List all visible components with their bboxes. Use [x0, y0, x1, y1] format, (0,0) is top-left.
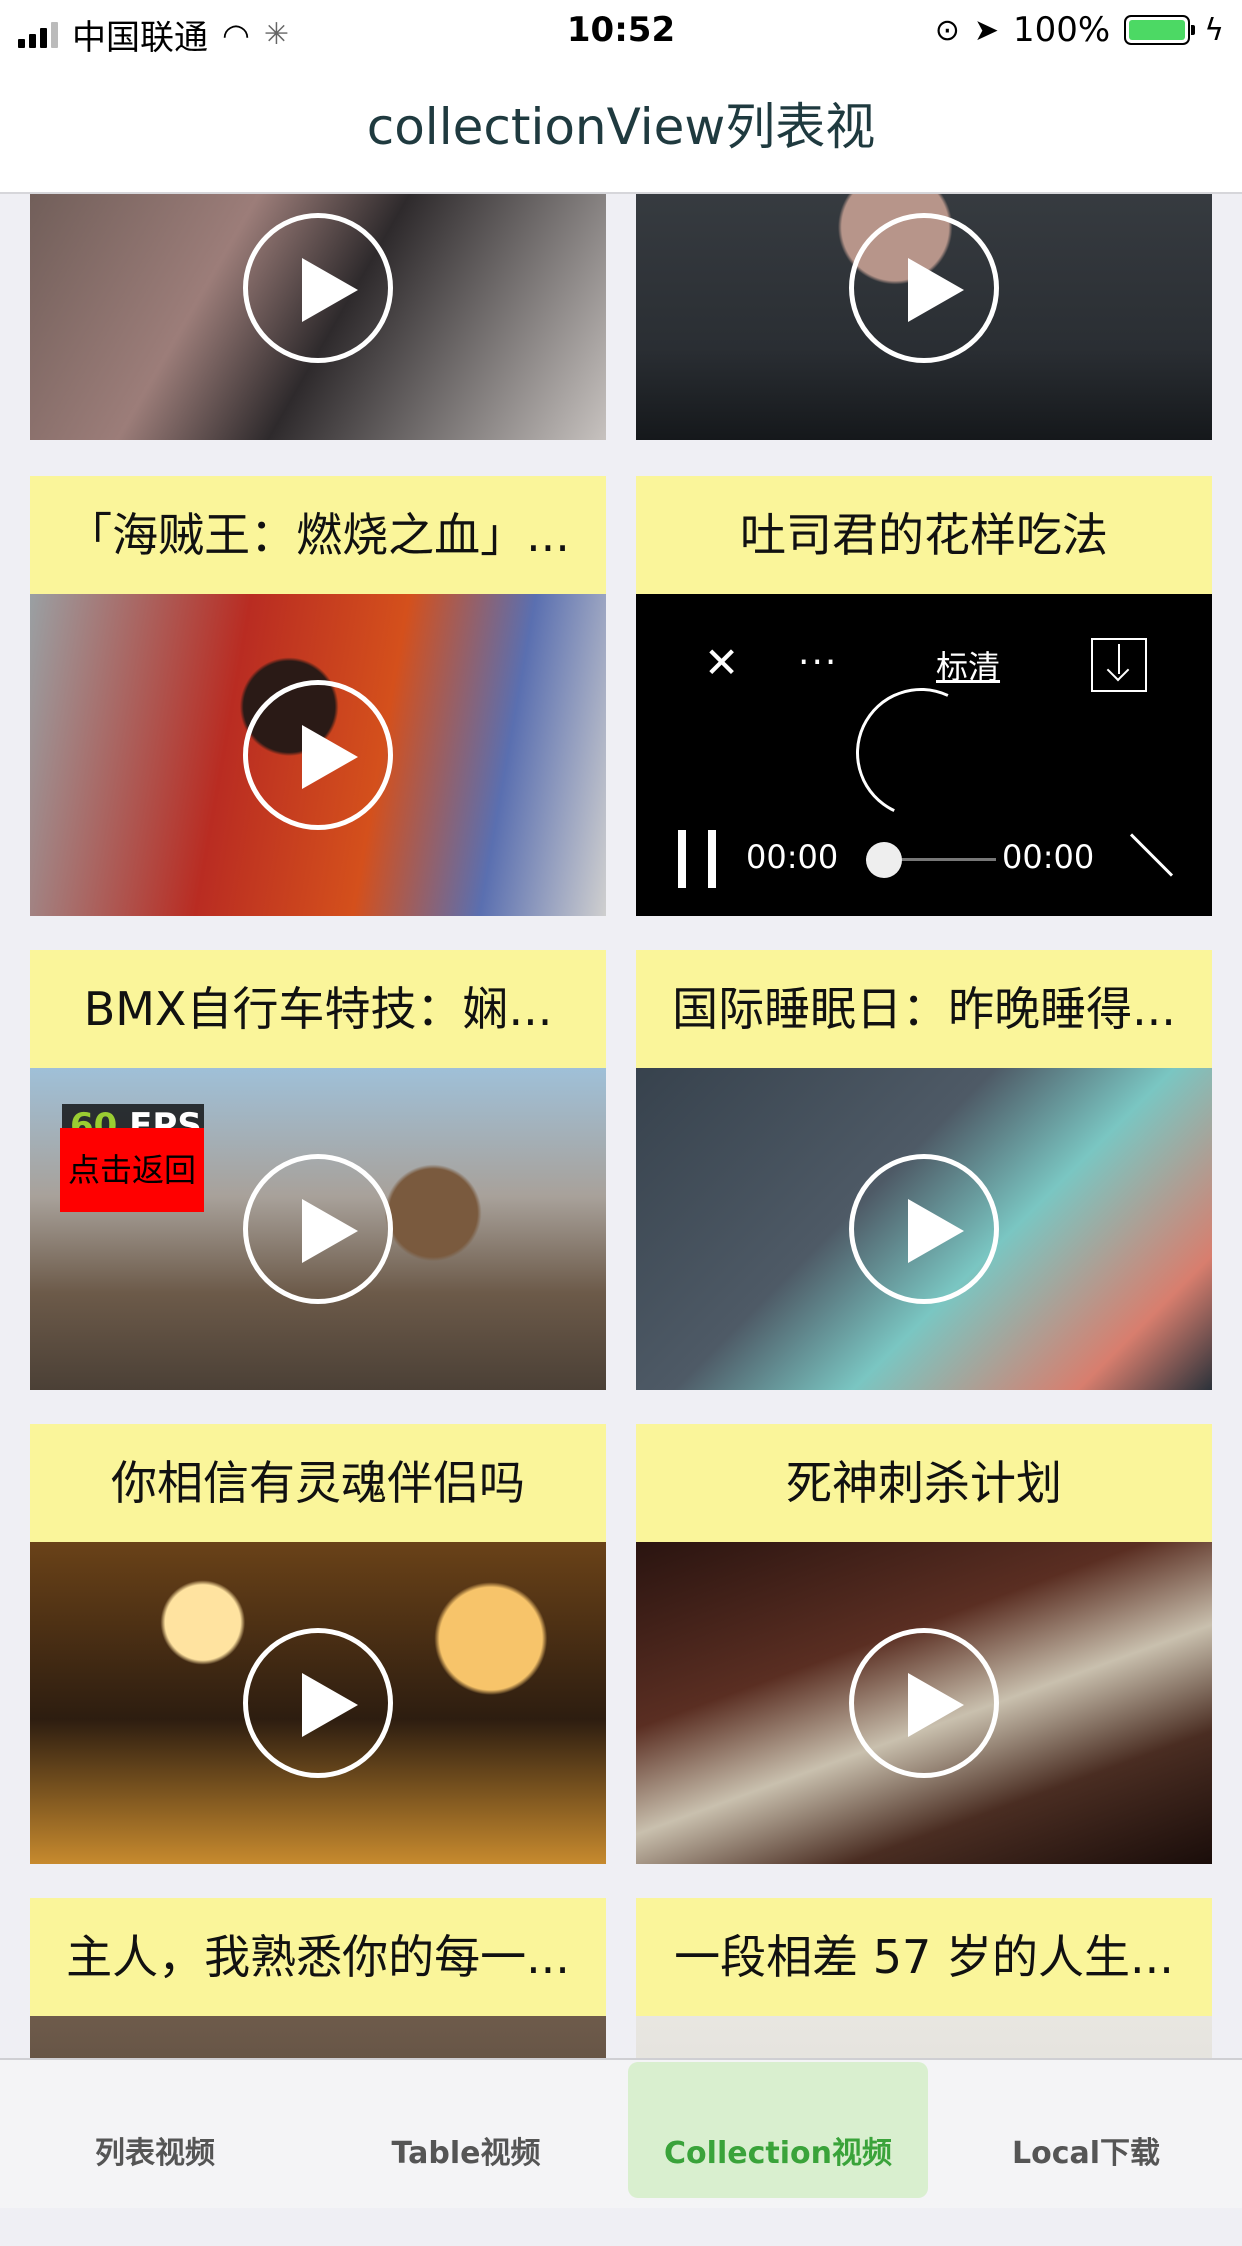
video-thumbnail[interactable]	[636, 194, 1212, 440]
tab-list-video[interactable]: 列表视频	[5, 2062, 305, 2198]
play-button-icon[interactable]	[243, 1628, 393, 1778]
fullscreen-icon[interactable]	[1129, 832, 1175, 878]
video-title: 「海贼王：燃烧之血」...	[30, 476, 606, 594]
current-time: 00:00	[746, 838, 839, 876]
tab-local-download[interactable]: Local下载	[936, 2062, 1236, 2198]
video-title: 吐司君的花样吃法	[636, 476, 1212, 594]
video-title: BMX自行车特技：娴...	[30, 950, 606, 1068]
video-cell[interactable]	[636, 194, 1212, 440]
location-arrow-icon: ➤	[973, 12, 999, 48]
page-title: collectionView列表视	[366, 98, 876, 156]
video-thumbnail[interactable]	[30, 2016, 606, 2060]
pause-icon[interactable]	[678, 830, 716, 888]
progress-slider-thumb[interactable]	[866, 842, 902, 878]
video-title: 一段相差 57 岁的人生...	[636, 1898, 1212, 2016]
play-button-icon[interactable]	[849, 213, 999, 363]
navigation-bar: collectionView列表视	[0, 62, 1242, 194]
video-cell[interactable]: 你相信有灵魂伴侣吗	[30, 1424, 606, 1864]
play-button-icon[interactable]	[849, 1154, 999, 1304]
video-thumbnail[interactable]	[636, 2016, 1212, 2060]
status-right: ⊙ ➤ 100% ϟ	[935, 10, 1224, 50]
video-thumbnail[interactable]	[636, 1542, 1212, 1864]
back-button[interactable]: 点击返回	[60, 1128, 204, 1212]
tab-table-video[interactable]: Table视频	[316, 2062, 616, 2198]
rotation-lock-icon: ⊙	[934, 12, 960, 48]
play-button-icon[interactable]	[243, 680, 393, 830]
tab-collection-video[interactable]: Collection视频	[628, 2062, 928, 2198]
video-title: 主人，我熟悉你的每一...	[30, 1898, 606, 2016]
video-player[interactable]: ✕ ... 标清 00:00 00:00	[636, 594, 1212, 916]
charging-bolt-icon: ϟ	[1204, 12, 1224, 48]
video-title: 死神刺杀计划	[636, 1424, 1212, 1542]
close-icon[interactable]: ✕	[704, 638, 739, 687]
download-icon[interactable]	[1091, 638, 1147, 692]
total-time: 00:00	[1002, 838, 1095, 876]
loading-spinner-icon	[837, 669, 1005, 837]
video-cell[interactable]: 主人，我熟悉你的每一...	[30, 1898, 606, 2060]
tab-bar: 列表视频 Table视频 Collection视频 Local下载	[0, 2058, 1242, 2208]
video-cell[interactable]: 「海贼王：燃烧之血」...	[30, 476, 606, 916]
play-button-icon[interactable]	[243, 1154, 393, 1304]
video-thumbnail[interactable]	[30, 1542, 606, 1864]
play-button-icon[interactable]	[243, 213, 393, 363]
video-title: 国际睡眠日：昨晚睡得...	[636, 950, 1212, 1068]
video-title: 你相信有灵魂伴侣吗	[30, 1424, 606, 1542]
status-bar: 中国联通 ◠ ✳ 10:52 ⊙ ➤ 100% ϟ	[0, 0, 1242, 62]
video-cell[interactable]: 一段相差 57 岁的人生...	[636, 1898, 1212, 2060]
player-controls: ✕ ... 标清 00:00 00:00	[636, 594, 1212, 916]
video-thumbnail[interactable]	[636, 1068, 1212, 1390]
video-cell[interactable]: 国际睡眠日：昨晚睡得...	[636, 950, 1212, 1390]
battery-percent: 100%	[1013, 10, 1111, 50]
video-cell[interactable]	[30, 194, 606, 440]
video-cell[interactable]: 吐司君的花样吃法 ✕ ... 标清 00:00 00:00	[636, 476, 1212, 916]
video-cell[interactable]: 死神刺杀计划	[636, 1424, 1212, 1864]
video-thumbnail[interactable]	[30, 594, 606, 916]
battery-icon	[1124, 15, 1196, 45]
more-options-button[interactable]: ...	[798, 632, 838, 673]
quality-selector[interactable]: 标清	[936, 642, 1000, 688]
play-button-icon[interactable]	[849, 1628, 999, 1778]
video-thumbnail[interactable]	[30, 194, 606, 440]
